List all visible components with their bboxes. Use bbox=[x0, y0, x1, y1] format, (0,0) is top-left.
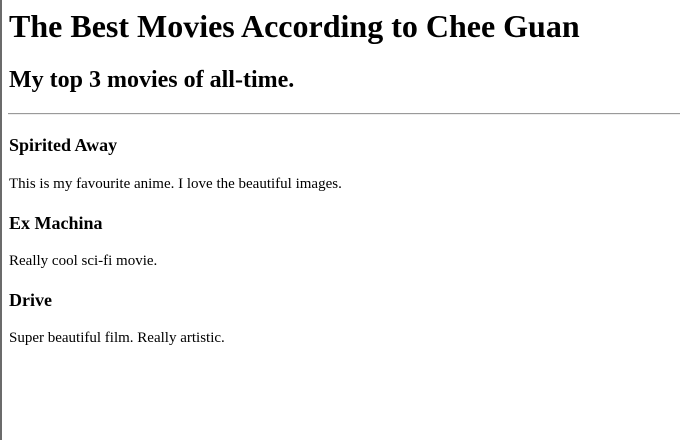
movie-title: Drive bbox=[9, 290, 52, 310]
page-subtitle: My top 3 movies of all-time. bbox=[9, 67, 295, 93]
movie-description: Super beautiful film. Really artistic. bbox=[9, 330, 225, 346]
movie-description: Really cool sci-fi movie. bbox=[9, 253, 158, 269]
page-title: The Best Movies According to Chee Guan bbox=[9, 8, 580, 44]
horizontal-divider bbox=[8, 113, 680, 115]
movie-title: Ex Machina bbox=[9, 213, 103, 233]
movie-description: This is my favourite anime. I love the b… bbox=[9, 176, 342, 192]
movie-title: Spirited Away bbox=[9, 135, 118, 155]
window-left-border bbox=[0, 0, 2, 440]
